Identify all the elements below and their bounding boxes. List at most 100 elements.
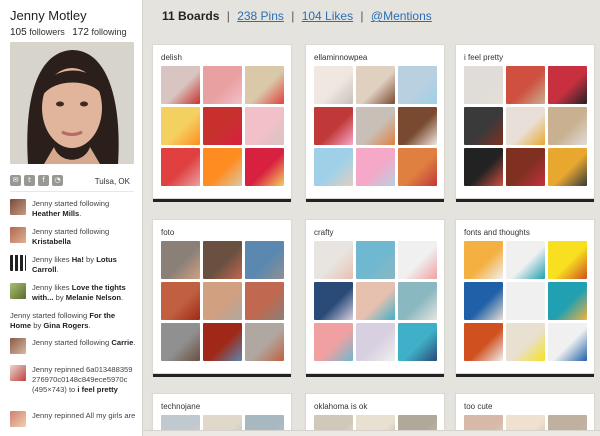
pin-thumbnail[interactable] — [548, 241, 587, 279]
activity-link[interactable]: i feel pretty — [77, 385, 118, 394]
activity-link[interactable]: Heather Mills — [32, 209, 79, 218]
pin-thumbnail[interactable] — [398, 107, 437, 145]
activity-thumbnail[interactable] — [10, 338, 26, 354]
board-title[interactable]: delish — [161, 53, 182, 62]
pin-thumbnail[interactable] — [161, 241, 200, 279]
pin-thumbnail[interactable] — [356, 66, 395, 104]
pin-thumbnail[interactable] — [398, 241, 437, 279]
activity-link[interactable]: Ha! — [72, 255, 84, 264]
board-title[interactable]: i feel pretty — [464, 53, 503, 62]
activity-thumbnail[interactable] — [10, 227, 26, 243]
pin-thumbnail[interactable] — [203, 282, 242, 320]
activity-link[interactable]: Kristabella — [32, 237, 71, 246]
horizontal-scrollbar[interactable] — [143, 430, 600, 436]
followers-count[interactable]: 105 — [10, 27, 27, 38]
pin-thumbnail[interactable] — [203, 323, 242, 361]
pin-thumbnail[interactable] — [548, 323, 587, 361]
tab-mentions[interactable]: @Mentions — [371, 9, 432, 23]
pin-thumbnail[interactable] — [314, 66, 353, 104]
pin-thumbnail[interactable] — [506, 148, 545, 186]
following-label[interactable]: following — [91, 27, 126, 37]
pin-thumbnail[interactable] — [356, 323, 395, 361]
activity-thumbnail[interactable] — [10, 199, 26, 215]
pin-thumbnail[interactable] — [506, 282, 545, 320]
pin-thumbnail[interactable] — [398, 66, 437, 104]
profile-name: Jenny Motley — [10, 8, 87, 23]
pin-thumbnail[interactable] — [464, 282, 503, 320]
pin-thumbnail[interactable] — [398, 323, 437, 361]
board-card[interactable]: ellaminnowpea — [305, 44, 445, 202]
tab-pins[interactable]: 238 Pins — [237, 9, 284, 23]
pin-thumbnail[interactable] — [398, 148, 437, 186]
activity-thumbnail[interactable] — [10, 283, 26, 299]
board-card[interactable]: foto — [152, 219, 292, 377]
pin-thumbnail[interactable] — [161, 148, 200, 186]
pin-thumbnail[interactable] — [356, 107, 395, 145]
pin-thumbnail[interactable] — [203, 107, 242, 145]
pin-thumbnail[interactable] — [245, 323, 284, 361]
pin-thumbnail[interactable] — [464, 66, 503, 104]
pin-thumbnail[interactable] — [314, 241, 353, 279]
pin-thumbnail[interactable] — [506, 107, 545, 145]
profile-avatar[interactable] — [10, 42, 134, 164]
pin-thumbnail[interactable] — [203, 66, 242, 104]
board-title[interactable]: technojane — [161, 402, 200, 411]
pin-thumbnail[interactable] — [314, 107, 353, 145]
board-title[interactable]: too cute — [464, 402, 492, 411]
board-title[interactable]: crafty — [314, 228, 334, 237]
pin-thumbnail[interactable] — [548, 282, 587, 320]
pin-thumbnail[interactable] — [161, 66, 200, 104]
pin-thumbnail[interactable] — [548, 148, 587, 186]
pin-thumbnail[interactable] — [161, 282, 200, 320]
activity-item: Jenny likes Ha! by Lotus Carroll. — [10, 255, 136, 275]
pin-thumbnail[interactable] — [245, 148, 284, 186]
email-icon[interactable]: ✉ — [10, 175, 21, 186]
activity-link[interactable]: Carrie — [111, 338, 133, 347]
pin-thumbnail[interactable] — [245, 107, 284, 145]
pin-thumbnail[interactable] — [506, 241, 545, 279]
tab-boards[interactable]: 11 Boards — [162, 9, 219, 23]
pin-thumbnail[interactable] — [245, 66, 284, 104]
activity-thumbnail[interactable] — [10, 411, 26, 427]
pin-thumbnail[interactable] — [314, 282, 353, 320]
pin-thumbnail[interactable] — [464, 107, 503, 145]
board-card[interactable]: crafty — [305, 219, 445, 377]
pin-thumbnail[interactable] — [203, 148, 242, 186]
board-title[interactable]: ellaminnowpea — [314, 53, 367, 62]
pin-thumbnail[interactable] — [356, 241, 395, 279]
activity-link[interactable]: Melanie Nelson — [66, 293, 121, 302]
pin-thumbnail[interactable] — [464, 323, 503, 361]
pin-thumbnail[interactable] — [356, 148, 395, 186]
activity-thumbnail[interactable] — [10, 365, 26, 381]
twitter-icon[interactable]: t — [24, 175, 35, 186]
following-count[interactable]: 172 — [72, 27, 89, 38]
activity-thumbnail[interactable] — [10, 255, 26, 271]
pin-thumbnail[interactable] — [398, 282, 437, 320]
pin-thumbnail[interactable] — [548, 66, 587, 104]
board-title[interactable]: foto — [161, 228, 174, 237]
pin-thumbnail[interactable] — [203, 241, 242, 279]
board-card[interactable]: fonts and thoughts — [455, 219, 595, 377]
pin-thumbnail[interactable] — [314, 323, 353, 361]
pin-thumbnail[interactable] — [161, 323, 200, 361]
pin-thumbnail[interactable] — [506, 323, 545, 361]
pin-thumbnail[interactable] — [464, 148, 503, 186]
facebook-icon[interactable]: f — [38, 175, 49, 186]
board-title[interactable]: fonts and thoughts — [464, 228, 530, 237]
board-card[interactable]: delish — [152, 44, 292, 202]
pin-thumbnail[interactable] — [314, 148, 353, 186]
pin-thumbnail[interactable] — [161, 107, 200, 145]
board-title[interactable]: oklahoma is ok — [314, 402, 367, 411]
followers-label[interactable]: followers — [29, 27, 65, 37]
pin-thumbnail[interactable] — [548, 107, 587, 145]
pin-thumbnail[interactable] — [506, 66, 545, 104]
pin-thumbnail[interactable] — [245, 282, 284, 320]
activity-link[interactable]: Gina Rogers — [43, 321, 88, 330]
pin-thumbnail[interactable] — [464, 241, 503, 279]
activity-text: Jenny started following — [32, 338, 112, 347]
board-card[interactable]: i feel pretty — [455, 44, 595, 202]
rss-icon[interactable]: ◔ — [52, 175, 63, 186]
tab-likes[interactable]: 104 Likes — [302, 9, 353, 23]
pin-thumbnail[interactable] — [245, 241, 284, 279]
pin-thumbnail[interactable] — [356, 282, 395, 320]
